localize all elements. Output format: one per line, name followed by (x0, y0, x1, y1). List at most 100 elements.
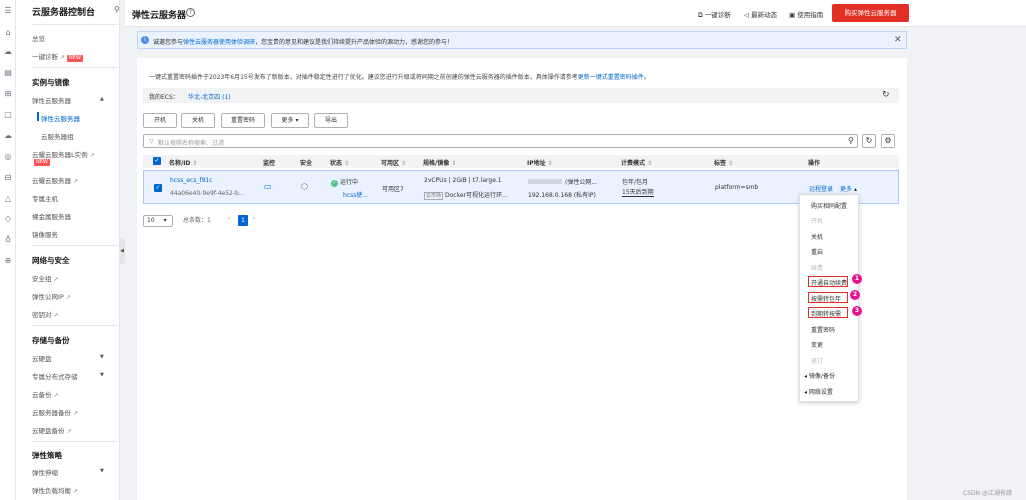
sidebar-item-dss[interactable]: 专属分布式存储 (32, 371, 78, 381)
shield-icon[interactable]: ⬡ (301, 182, 308, 191)
more-actions-link[interactable]: 更多 ▴ (840, 184, 857, 193)
chevron-down-icon[interactable]: ▼ (100, 372, 104, 378)
network-icon[interactable]: ◎ (3, 152, 13, 162)
sidebar-item-ecs-group[interactable]: 云服务器组 (41, 131, 74, 141)
sidebar-item-ecs[interactable]: 弹性云服务器 (32, 95, 71, 105)
sidebar-item-sg[interactable]: 安全组 ↗ (32, 273, 59, 283)
sidebar-item-eip[interactable]: 弹性公网IP ↗ (32, 291, 71, 301)
more-button[interactable]: 更多 ▾ (271, 113, 309, 128)
menu-item-restart[interactable]: 重启 (811, 247, 823, 256)
col-spec[interactable]: 规格/镜像 ⇕ (423, 158, 456, 167)
search-input[interactable]: ▽ 默认按照名称搜索、过滤 ⚲ (143, 134, 858, 148)
menu-item-to-ondemand[interactable]: 到期转按需 (811, 309, 841, 318)
database-icon[interactable]: ⊞ (3, 89, 13, 99)
menu-item-stop[interactable]: 关机 (811, 232, 823, 241)
col-status[interactable]: 状态 ⇕ (330, 158, 349, 167)
availability-zone: 可用区7 (382, 186, 404, 193)
image-text: 云市场 Docker可视化运行环... (424, 192, 508, 200)
sidebar-item-dedicated[interactable]: 专属主机 (32, 193, 58, 203)
sidebar-item-evs[interactable]: 云硬盘 (32, 353, 52, 363)
menu-item-to-yearly[interactable]: 按需转包年 (811, 294, 841, 303)
instance-name-link[interactable]: hcss_ecs_f91c (170, 177, 213, 184)
menu-item-modify[interactable]: 变更 (811, 340, 823, 349)
menu-item-network[interactable]: ◂ 网络设置 (804, 387, 833, 396)
diagnose-icon: ⧉ (698, 11, 705, 19)
shield-icon[interactable]: ♁ (3, 235, 13, 245)
sidebar-item-cbr[interactable]: 云备份 ↗ (32, 389, 59, 399)
page-number[interactable]: 1 (238, 215, 248, 226)
next-page-icon[interactable]: › (253, 215, 255, 222)
help-icon[interactable]: ? (186, 8, 195, 17)
settings-button[interactable]: ⚙ (881, 134, 895, 148)
menu-item-reset-password[interactable]: 重置密码 (811, 325, 835, 334)
section-title-instances: 实例与镜像 (32, 78, 70, 87)
sidebar-item-elb[interactable]: 弹性负载均衡 ↗ (32, 485, 78, 495)
search-icon[interactable]: ⚲ (114, 5, 120, 14)
reset-password-button[interactable]: 重置密码 (221, 113, 265, 128)
chevron-down-icon[interactable]: ▼ (100, 468, 104, 474)
active-indicator (37, 112, 39, 121)
cloud-icon[interactable]: ☁ (3, 47, 13, 57)
sidebar-item-ecs-sub[interactable]: 弹性云服务器 (41, 113, 80, 123)
sidebar-item-csbs[interactable]: 云服务器备份 ↗ (32, 407, 78, 417)
menu-item-auto-renew[interactable]: 开通自动续费 (811, 278, 847, 287)
storage-icon[interactable]: ⊟ (3, 173, 13, 183)
survey-link[interactable]: 弹性云服务器使用体验调研 (183, 39, 255, 46)
security-icon[interactable]: ◇ (3, 214, 13, 224)
prev-page-icon[interactable]: ‹ (228, 215, 230, 222)
search-icon[interactable]: ⚲ (848, 136, 854, 145)
warning-icon[interactable]: △ (3, 194, 13, 204)
export-button[interactable]: 导出 (314, 113, 348, 128)
buy-ecs-button[interactable]: 购买弹性云服务器 (832, 4, 909, 22)
sidebar-collapse-handle[interactable]: ◀ (119, 238, 125, 264)
new-badge: NEW (34, 159, 50, 166)
close-icon[interactable]: ✕ (894, 35, 902, 45)
page-size-select[interactable]: 10 ▾ (143, 215, 173, 227)
doc-icon[interactable]: ▢ (3, 110, 13, 120)
col-billing[interactable]: 计费模式 ⇕ (621, 158, 652, 167)
plugin-update-link[interactable]: 更新一键式重置密码插件 (578, 74, 644, 81)
select-all-checkbox[interactable]: ✓ (153, 157, 161, 165)
section-title-network: 网络与安全 (32, 256, 70, 265)
filter-icon: ▽ (149, 138, 154, 145)
globe-icon[interactable]: ⊕ (3, 256, 13, 266)
sidebar-item-overview[interactable]: 总览 (32, 33, 45, 43)
sidebar-item-as[interactable]: 弹性伸缩 (32, 467, 58, 477)
sidebar-item-bms[interactable]: 裸金属服务器 (32, 211, 71, 221)
check-icon: ✓ (331, 180, 338, 187)
monitor-icon[interactable]: ▭ (264, 182, 272, 191)
external-link-icon: ↗ (53, 312, 59, 319)
col-name[interactable]: 名称/ID ⇕ (169, 158, 197, 167)
chevron-down-icon[interactable]: ▼ (100, 354, 104, 360)
col-az[interactable]: 可用区 ⇕ (381, 158, 406, 167)
col-tags[interactable]: 标签 ⇕ (714, 158, 733, 167)
refresh-button[interactable]: ↻ (862, 134, 876, 148)
sidebar-item-diagnose[interactable]: 一键诊断 ↗ NEW (32, 51, 83, 62)
row-checkbox[interactable]: ✓ (154, 184, 162, 192)
home-icon[interactable]: ⌂ (3, 28, 13, 38)
status-sub-link[interactable]: hcss使... (343, 190, 368, 199)
grid-icon[interactable]: ☰ (3, 6, 13, 16)
book-icon: ▣ (789, 11, 798, 19)
sidebar-item-keypair[interactable]: 密钥对 ↗ (32, 309, 59, 319)
start-button[interactable]: 开机 (143, 113, 177, 128)
chevron-up-icon[interactable]: ▲ (100, 96, 104, 102)
diagnose-link[interactable]: ⧉ 一键诊断 (698, 9, 731, 20)
table-row[interactable]: ✓ hcss_ecs_f91c 44a06e40-9e9f-4e52-b... … (143, 170, 899, 204)
news-link[interactable]: ◁ 最新动态 (744, 9, 777, 19)
info-line: 一键式重置密码插件于2023年6月15号发布了新版本，对插件稳定性进行了优化。建… (149, 74, 650, 81)
cloud-outline-icon[interactable]: ☁ (3, 131, 13, 141)
sidebar-item-vbs[interactable]: 云硬盘备份 ↗ (32, 425, 72, 435)
stop-button[interactable]: 关机 (181, 113, 215, 128)
sidebar-item-flexus-x[interactable]: 云耀云服务器 ↗ (32, 175, 78, 185)
sidebar-item-ims[interactable]: 镜像服务 (32, 229, 58, 239)
server-icon[interactable]: ▤ (3, 68, 13, 78)
region-link[interactable]: 华北-北京四 (1) (188, 92, 231, 101)
col-ip[interactable]: IP地址 ⇕ (527, 158, 553, 167)
menu-item-image-backup[interactable]: ◂ 镜像/备份 (804, 371, 835, 380)
remote-login-link[interactable]: 远程登录 (809, 184, 833, 193)
guide-link[interactable]: ▣ 使用指南 (789, 9, 823, 19)
menu-item-buy-same[interactable]: 购买相同配置 (811, 201, 847, 210)
refresh-icon[interactable]: ↻ (882, 90, 890, 100)
external-link-icon: ↗ (60, 54, 66, 61)
